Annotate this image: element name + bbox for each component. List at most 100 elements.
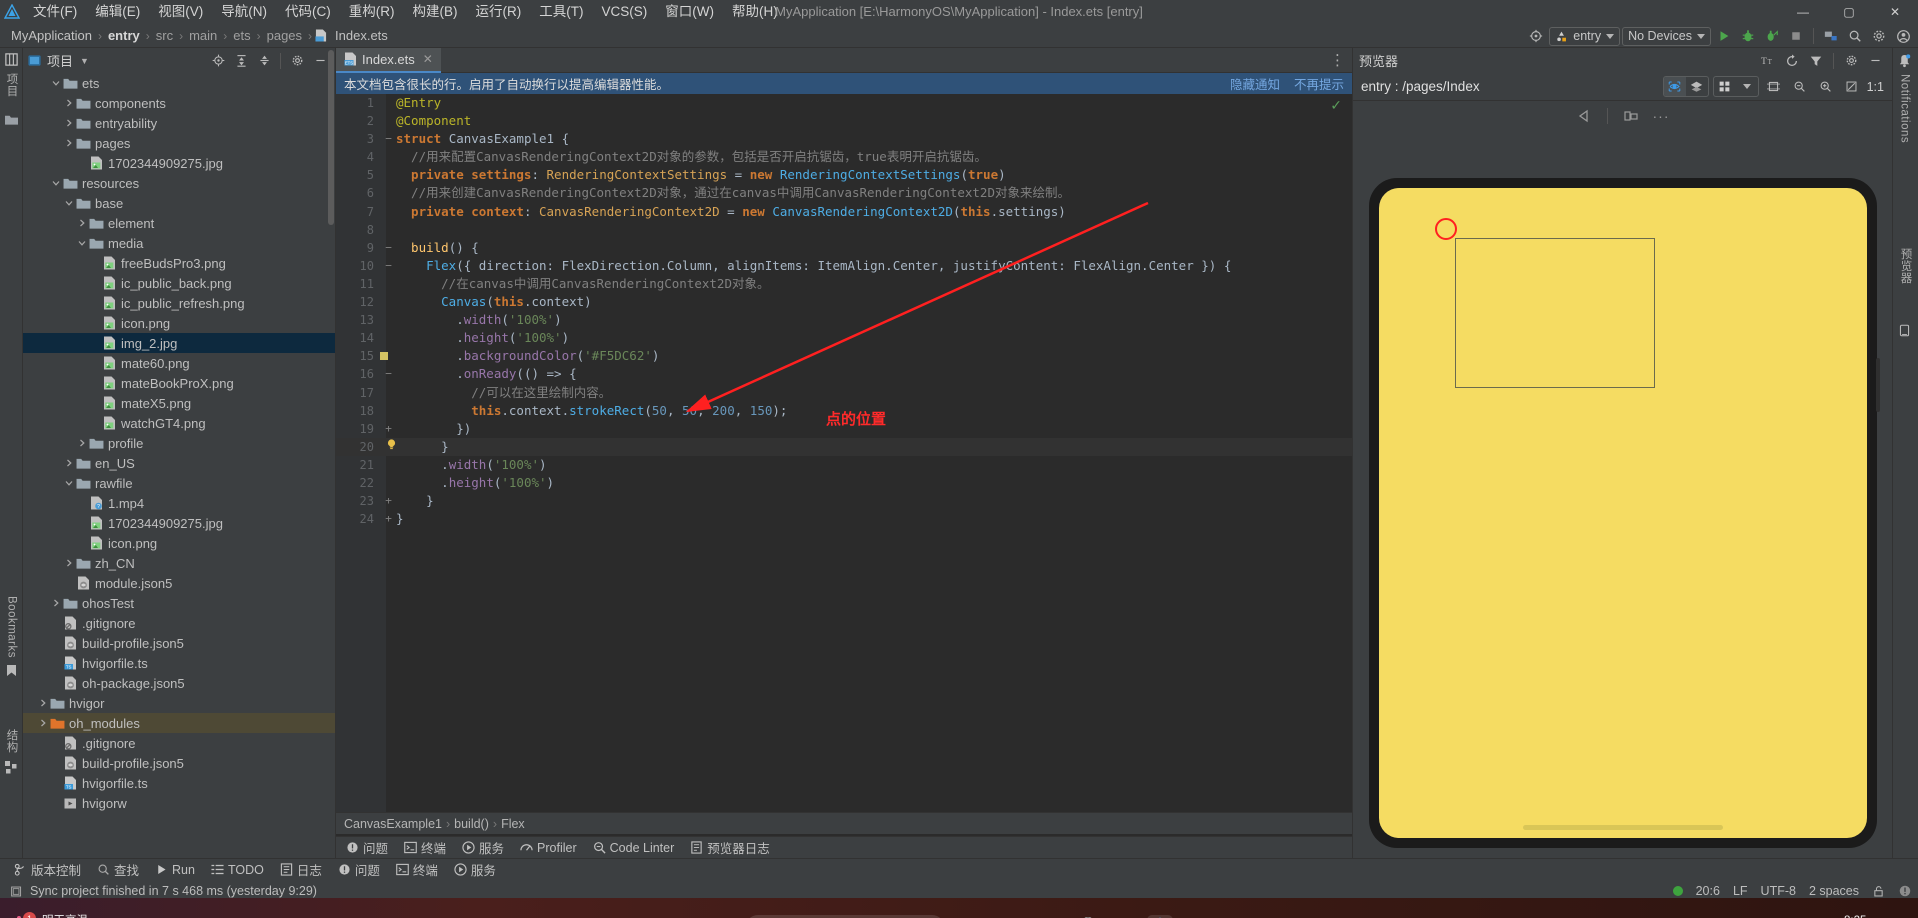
minimize-button[interactable]: — xyxy=(1780,0,1826,24)
tree-node-entryability[interactable]: entryability xyxy=(23,113,335,133)
tree-node-1702344909275-jpg[interactable]: 1702344909275.jpg xyxy=(23,153,335,173)
close-button[interactable]: ✕ xyxy=(1872,0,1918,24)
run-icon[interactable] xyxy=(1713,25,1735,47)
hide-panel-icon[interactable] xyxy=(1864,50,1886,72)
code-line-21[interactable]: 21 .width('100%') xyxy=(336,456,1352,474)
chevron-right-icon[interactable] xyxy=(62,137,75,150)
tree-node-pages[interactable]: pages xyxy=(23,133,335,153)
bottom-toolwindow-todo[interactable]: TODO xyxy=(211,863,264,877)
tree-node-module-json5[interactable]: module.json5 xyxy=(23,573,335,593)
chevron-right-icon[interactable] xyxy=(62,457,75,470)
close-icon[interactable]: ✕ xyxy=(423,52,433,66)
code-line-23[interactable]: 23 + } xyxy=(336,492,1352,510)
frame-icon[interactable] xyxy=(1763,76,1785,98)
stop-icon[interactable] xyxy=(1785,25,1807,47)
sidebar-label-project[interactable]: 项目 xyxy=(0,73,23,97)
code-line-9[interactable]: 9− build() { xyxy=(336,239,1352,257)
code-line-14[interactable]: 14 .height('100%') xyxy=(336,329,1352,347)
project-tree[interactable]: ets components entryability pages 1702344909… xyxy=(23,73,335,858)
toolwindow-[interactable]: 服务 xyxy=(462,838,504,857)
module-selector[interactable]: entry xyxy=(1549,26,1621,46)
locate-icon[interactable] xyxy=(207,50,229,72)
zoom-out-icon[interactable] xyxy=(1789,76,1811,98)
chevron-down-icon[interactable] xyxy=(49,177,62,190)
tree-node-resources[interactable]: resources xyxy=(23,173,335,193)
notifications-icon[interactable] xyxy=(1893,48,1916,74)
chevron-right-icon[interactable] xyxy=(75,437,88,450)
indent-setting[interactable]: 2 spaces xyxy=(1809,884,1859,898)
breadcrumb-method[interactable]: build() xyxy=(454,817,489,831)
tree-node--gitignore[interactable]: .gitignore xyxy=(23,613,335,633)
tree-node-rawfile[interactable]: rawfile xyxy=(23,473,335,493)
tree-node-base[interactable]: base xyxy=(23,193,335,213)
toolwindow-profiler[interactable]: Profiler xyxy=(520,841,577,855)
expand-all-icon[interactable] xyxy=(230,50,252,72)
tree-node-matebookprox-png[interactable]: mateBookProX.png xyxy=(23,373,335,393)
tree-node-oh-package-json5[interactable]: oh-package.json5 xyxy=(23,673,335,693)
tree-node-watchgt4-png[interactable]: watchGT4.png xyxy=(23,413,335,433)
zoom-in-icon[interactable] xyxy=(1815,76,1837,98)
code-fold-toggle[interactable]: − xyxy=(383,130,394,148)
tree-node-matex5-png[interactable]: mateX5.png xyxy=(23,393,335,413)
code-fold-toggle[interactable]: + xyxy=(383,492,394,510)
chevron-down-icon[interactable] xyxy=(1736,77,1758,96)
breadcrumb-item-0[interactable]: MyApplication xyxy=(8,28,95,43)
code-editor[interactable]: 1 @Entry 2 @Component 3− struct CanvasExample… xyxy=(336,94,1352,812)
toolwindow-[interactable]: 预览器日志 xyxy=(690,838,770,857)
tree-node-icon-png[interactable]: icon.png xyxy=(23,313,335,333)
tree-node-oh-modules[interactable]: oh_modules xyxy=(23,713,335,733)
warning-marker[interactable] xyxy=(380,352,388,361)
tree-node--gitignore[interactable]: .gitignore xyxy=(23,733,335,753)
chevron-down-icon[interactable] xyxy=(62,477,75,490)
tree-node-element[interactable]: element xyxy=(23,213,335,233)
menu-item-2[interactable]: 视图(V) xyxy=(149,0,212,24)
toolwindow-codelinter[interactable]: Code Linter xyxy=(593,841,674,855)
code-line-22[interactable]: 22 .height('100%') xyxy=(336,474,1352,492)
chevron-right-icon[interactable] xyxy=(62,97,75,110)
more-icon[interactable]: ··· xyxy=(1650,105,1672,127)
preview-zoom-label[interactable]: 1:1 xyxy=(1867,80,1884,94)
breadcrumb-item-2[interactable]: src xyxy=(153,28,176,43)
code-line-19[interactable]: 19 + }) xyxy=(336,420,1352,438)
menu-item-0[interactable]: 文件(F) xyxy=(24,0,86,24)
code-fold-toggle[interactable]: − xyxy=(383,365,394,383)
tree-node-icon-png[interactable]: icon.png xyxy=(23,533,335,553)
code-line-10[interactable]: 10− Flex({ direction: FlexDirection.Colu… xyxy=(336,257,1352,275)
code-fold-toggle[interactable]: − xyxy=(383,257,394,275)
tree-node-hvigor[interactable]: hvigor xyxy=(23,693,335,713)
tree-node-ets[interactable]: ets xyxy=(23,73,335,93)
code-line-11[interactable]: 11 //在canvas中调用CanvasRenderingContext2D对… xyxy=(336,275,1352,293)
fit-icon[interactable] xyxy=(1841,76,1863,98)
code-fold-toggle[interactable]: + xyxy=(383,420,394,438)
filter-icon[interactable] xyxy=(1805,50,1827,72)
chevron-down-icon[interactable] xyxy=(49,77,62,90)
file-encoding[interactable]: UTF-8 xyxy=(1761,884,1796,898)
tree-node-profile[interactable]: profile xyxy=(23,433,335,453)
inspector-icon[interactable] xyxy=(1663,77,1686,96)
tree-node-freebudspro3-png[interactable]: freeBudsPro3.png xyxy=(23,253,335,273)
code-line-18[interactable]: 18 this.context.strokeRect(50, 50, 200, … xyxy=(336,402,1352,420)
menu-item-6[interactable]: 构建(B) xyxy=(404,0,467,24)
tree-node-ic-public-refresh-png[interactable]: ic_public_refresh.png xyxy=(23,293,335,313)
preview-strip-icon[interactable] xyxy=(1893,318,1916,343)
inspection-icon[interactable] xyxy=(1898,884,1912,898)
chevron-down-icon[interactable]: ▼ xyxy=(80,56,89,66)
tree-node-hvigorfile-ts[interactable]: TS hvigorfile.ts xyxy=(23,653,335,673)
rotate-icon[interactable] xyxy=(1620,105,1642,127)
chevron-right-icon[interactable] xyxy=(36,717,49,730)
code-line-7[interactable]: 7 private context: CanvasRenderingContex… xyxy=(336,203,1352,221)
sidebar-item-preview[interactable]: 预览器 xyxy=(1894,248,1917,284)
settings-icon[interactable] xyxy=(286,50,308,72)
tree-node-build-profile-json5[interactable]: build-profile.json5 xyxy=(23,753,335,773)
menu-item-4[interactable]: 代码(C) xyxy=(276,0,340,24)
tree-node-build-profile-json5[interactable]: build-profile.json5 xyxy=(23,633,335,653)
multi-device-icon[interactable] xyxy=(1714,77,1736,96)
tree-node-media[interactable]: media xyxy=(23,233,335,253)
code-line-15[interactable]: 15 .backgroundColor('#F5DC62') xyxy=(336,347,1352,365)
tree-node-hvigorfile-ts[interactable]: TS hvigorfile.ts xyxy=(23,773,335,793)
chevron-right-icon[interactable] xyxy=(75,217,88,230)
tree-node-1702344909275-jpg[interactable]: 1702344909275.jpg xyxy=(23,513,335,533)
menu-item-7[interactable]: 运行(R) xyxy=(467,0,531,24)
sidebar-item-structure[interactable]: 结构 xyxy=(0,729,23,753)
toolwindow-[interactable]: 终端 xyxy=(404,838,446,857)
